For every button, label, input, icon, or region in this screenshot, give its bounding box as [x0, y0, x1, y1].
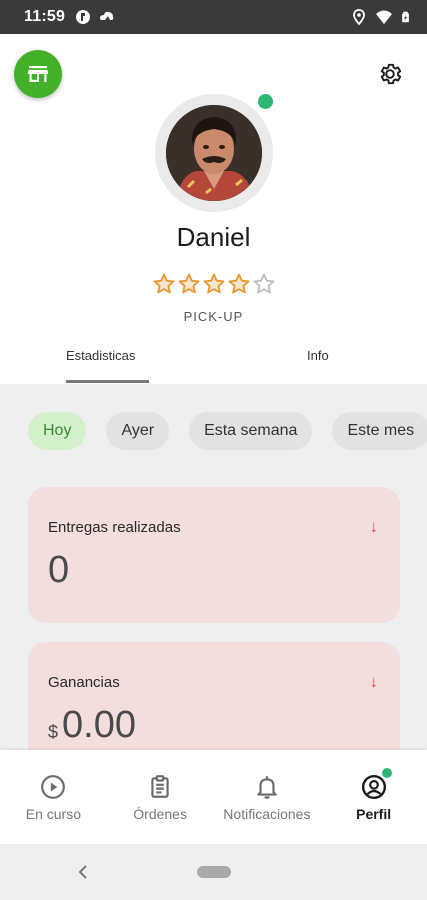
- settings-button[interactable]: [372, 56, 408, 92]
- nav-label-ordenes: Órdenes: [133, 806, 187, 822]
- filter-chip-today[interactable]: Hoy: [28, 412, 87, 450]
- media-icon: [76, 10, 91, 24]
- star-rating: [152, 272, 276, 298]
- arrow-down-icon: ↓: [369, 517, 379, 536]
- user-circle-icon: [361, 774, 386, 800]
- play-circle-icon: [41, 775, 66, 799]
- star-filled-icon: [178, 273, 200, 294]
- star-filled-icon: [153, 273, 175, 294]
- receipt-icon: [151, 775, 169, 798]
- tab-info[interactable]: Info: [213, 340, 426, 384]
- nav-notificaciones[interactable]: Notificaciones: [214, 750, 321, 844]
- tab-estadisticas[interactable]: Estadisticas: [0, 340, 213, 384]
- nav-ordenes[interactable]: Órdenes: [107, 750, 214, 844]
- home-handle[interactable]: [197, 866, 231, 878]
- cloud-icon: [100, 11, 114, 20]
- nav-badge-dot: [382, 768, 393, 778]
- profile-tabs: Estadisticas Info: [0, 340, 427, 384]
- filter-chip-yesterday[interactable]: Ayer: [106, 412, 170, 450]
- filter-chip-this-week[interactable]: Esta semana: [189, 412, 313, 450]
- avatar-photo: [166, 105, 262, 201]
- nav-perfil[interactable]: Perfil: [320, 750, 427, 844]
- nav-en-curso[interactable]: En curso: [0, 750, 107, 844]
- filter-chip-this-month[interactable]: Este mes: [332, 412, 427, 450]
- online-status-dot: [258, 94, 273, 109]
- gear-icon: [380, 63, 402, 85]
- deliveries-value: 0: [48, 549, 70, 591]
- system-navigation-bar: [0, 844, 427, 900]
- earnings-card: Ganancias ↓ $ 0.00: [28, 642, 400, 750]
- arrow-down-icon: ↓: [369, 672, 379, 691]
- store-button[interactable]: [14, 50, 62, 98]
- wifi-icon: [376, 10, 392, 24]
- earnings-amount: $ 0.00: [48, 704, 136, 747]
- profile-name: Daniel: [176, 222, 251, 252]
- bell-icon: [257, 776, 277, 799]
- location-icon: [353, 9, 365, 25]
- statistics-panel: Hoy Ayer Esta semana Este mes Entregas r…: [0, 384, 427, 750]
- nav-label-en-curso: En curso: [25, 806, 81, 822]
- battery-icon: [402, 11, 409, 23]
- status-time: 11:59: [24, 8, 66, 25]
- avatar[interactable]: [166, 105, 262, 201]
- star-empty-icon: [253, 273, 275, 294]
- role-label: PICK-UP: [183, 309, 244, 324]
- bottom-navigation: En curso Órdenes Notificaciones Perfil: [0, 750, 427, 844]
- avatar-ring: [155, 94, 273, 212]
- earnings-title: Ganancias: [48, 674, 120, 691]
- period-filter: Hoy Ayer Esta semana Este mes: [28, 412, 427, 450]
- star-filled-icon: [203, 273, 225, 294]
- currency-symbol: $: [48, 722, 59, 742]
- earnings-value: 0.00: [62, 704, 136, 746]
- deliveries-card: Entregas realizadas ↓ 0: [28, 487, 400, 623]
- status-bar: 11:59: [0, 0, 427, 34]
- store-icon: [27, 66, 49, 82]
- nav-label-notificaciones: Notificaciones: [223, 806, 311, 822]
- nav-label-perfil: Perfil: [356, 806, 392, 822]
- deliveries-title: Entregas realizadas: [48, 519, 181, 536]
- star-filled-icon: [228, 273, 250, 294]
- back-chevron-icon[interactable]: [72, 860, 94, 884]
